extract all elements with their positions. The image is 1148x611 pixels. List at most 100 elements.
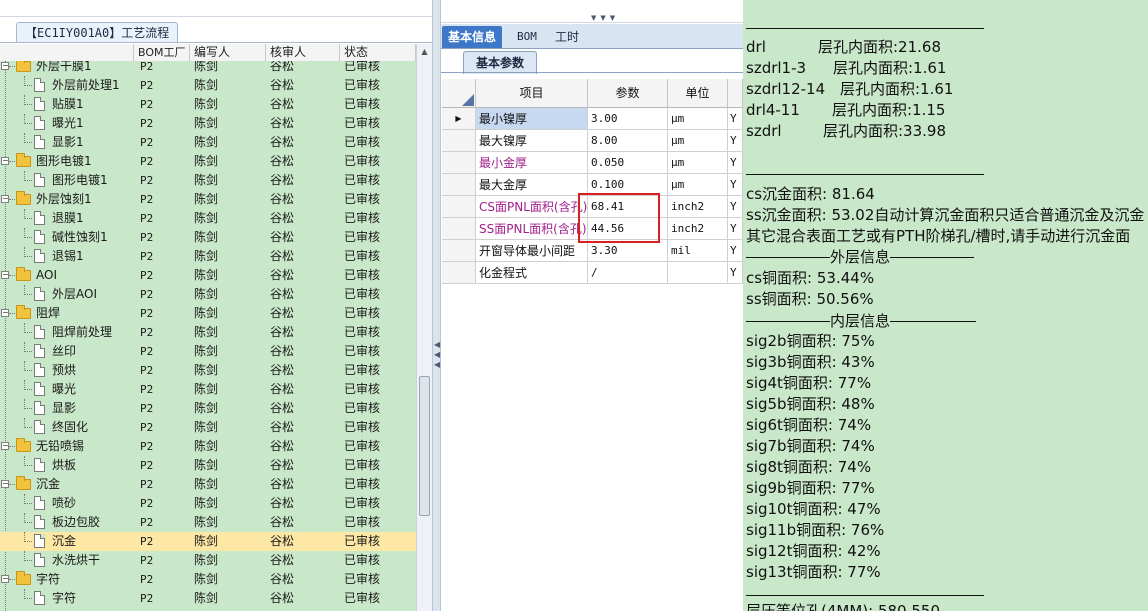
- splitter-collapse-icon[interactable]: ◀ ◀ ◀: [434, 340, 440, 370]
- param-value-cell[interactable]: 8.00: [588, 130, 668, 152]
- header-reviewer[interactable]: 核审人: [266, 44, 340, 61]
- tree-leaf-row[interactable]: 显影1 P2 陈剑 谷松 已审核: [0, 133, 416, 152]
- param-flag-cell[interactable]: Y: [728, 240, 743, 262]
- param-name-cell[interactable]: 最小金厚: [476, 152, 588, 174]
- header-bom[interactable]: BOM工厂: [134, 44, 190, 61]
- param-flag-cell[interactable]: Y: [728, 196, 743, 218]
- param-value-cell[interactable]: 3.30: [588, 240, 668, 262]
- collapse-arrows-icon[interactable]: ▼▼▼: [591, 14, 619, 22]
- tree-leaf-row[interactable]: 曝光 P2 陈剑 谷松 已审核: [0, 380, 416, 399]
- param-name-cell[interactable]: CS面PNL面积(含孔): [476, 196, 588, 218]
- scroll-up-arrow-icon[interactable]: ▲: [417, 44, 432, 59]
- row-indicator[interactable]: [442, 152, 476, 174]
- col-header-extra[interactable]: [728, 79, 743, 108]
- col-header-unit[interactable]: 单位: [668, 79, 728, 108]
- tree-leaf-row[interactable]: 预烘 P2 陈剑 谷松 已审核: [0, 361, 416, 380]
- param-flag-cell[interactable]: Y: [728, 152, 743, 174]
- tree-leaf-row[interactable]: 阻焊前处理 P2 陈剑 谷松 已审核: [0, 323, 416, 342]
- scroll-thumb[interactable]: [419, 376, 430, 516]
- header-name[interactable]: [0, 44, 134, 61]
- collapse-toggle-icon[interactable]: −: [1, 442, 9, 450]
- param-unit-cell[interactable]: inch2: [668, 218, 728, 240]
- param-value-cell[interactable]: 0.050: [588, 152, 668, 174]
- param-name-cell[interactable]: 最小镍厚: [476, 108, 588, 130]
- tree-leaf-row[interactable]: 丝印 P2 陈剑 谷松 已审核: [0, 342, 416, 361]
- param-unit-cell[interactable]: inch2: [668, 196, 728, 218]
- param-flag-cell[interactable]: Y: [728, 130, 743, 152]
- tree-group-row[interactable]: − AOI P2 陈剑 谷松 已审核: [0, 266, 416, 285]
- tree-vertical-scrollbar[interactable]: ▲: [416, 44, 432, 611]
- header-writer[interactable]: 编写人: [190, 44, 266, 61]
- tree-leaf-row[interactable]: 沉金 P2 陈剑 谷松 已审核: [0, 532, 416, 551]
- param-unit-cell[interactable]: μm: [668, 152, 728, 174]
- tree-group-row[interactable]: − 沉金 P2 陈剑 谷松 已审核: [0, 475, 416, 494]
- param-row[interactable]: 开窗导体最小间距 3.30 mil Y: [442, 240, 743, 262]
- param-flag-cell[interactable]: Y: [728, 218, 743, 240]
- param-unit-cell[interactable]: mil: [668, 240, 728, 262]
- param-row[interactable]: ▶ 最小镍厚 3.00 μm Y: [442, 108, 743, 130]
- row-indicator[interactable]: [442, 174, 476, 196]
- param-flag-cell[interactable]: Y: [728, 262, 743, 284]
- param-row[interactable]: 化金程式 / Y: [442, 262, 743, 284]
- tree-leaf-row[interactable]: 烘板 P2 陈剑 谷松 已审核: [0, 456, 416, 475]
- collapse-toggle-icon[interactable]: −: [1, 157, 9, 165]
- tree-group-row[interactable]: − 无铅喷锡 P2 陈剑 谷松 已审核: [0, 437, 416, 456]
- tab-work-hours[interactable]: 工时: [549, 26, 585, 48]
- tab-basic-params[interactable]: 基本参数: [463, 51, 538, 74]
- tree-leaf-row[interactable]: 终固化 P2 陈剑 谷松 已审核: [0, 418, 416, 437]
- param-row[interactable]: 最小金厚 0.050 μm Y: [442, 152, 743, 174]
- param-unit-cell[interactable]: μm: [668, 174, 728, 196]
- process-flow-tab[interactable]: 【EC1IY001A0】工艺流程: [16, 22, 179, 43]
- row-indicator[interactable]: [442, 196, 476, 218]
- tree-leaf-row[interactable]: 碱性蚀刻1 P2 陈剑 谷松 已审核: [0, 228, 416, 247]
- collapse-toggle-icon[interactable]: −: [1, 480, 9, 488]
- tree-leaf-row[interactable]: 贴膜1 P2 陈剑 谷松 已审核: [0, 95, 416, 114]
- panel-splitter[interactable]: ◀ ◀ ◀: [432, 0, 441, 611]
- tab-basic-info[interactable]: 基本信息: [442, 26, 503, 48]
- tree-group-row[interactable]: − 外层蚀刻1 P2 陈剑 谷松 已审核: [0, 190, 416, 209]
- row-indicator[interactable]: [442, 262, 476, 284]
- tab-bom[interactable]: BOM: [511, 26, 543, 48]
- row-indicator[interactable]: [442, 218, 476, 240]
- param-value-cell[interactable]: 3.00: [588, 108, 668, 130]
- collapse-toggle-icon[interactable]: −: [1, 575, 9, 583]
- header-status[interactable]: 状态: [340, 44, 416, 61]
- tree-group-row[interactable]: − 阻焊 P2 陈剑 谷松 已审核: [0, 304, 416, 323]
- param-unit-cell[interactable]: μm: [668, 130, 728, 152]
- tree-leaf-row[interactable]: 退锡1 P2 陈剑 谷松 已审核: [0, 247, 416, 266]
- collapse-toggle-icon[interactable]: −: [1, 309, 9, 317]
- collapse-toggle-icon[interactable]: −: [1, 271, 9, 279]
- tree-leaf-row[interactable]: 外层前处理1 P2 陈剑 谷松 已审核: [0, 76, 416, 95]
- param-unit-cell[interactable]: μm: [668, 108, 728, 130]
- tree-leaf-row[interactable]: 外层AOI P2 陈剑 谷松 已审核: [0, 285, 416, 304]
- param-name-cell[interactable]: 化金程式: [476, 262, 588, 284]
- select-all-corner[interactable]: [442, 79, 476, 108]
- param-name-cell[interactable]: 最大金厚: [476, 174, 588, 196]
- param-row[interactable]: 最大镍厚 8.00 μm Y: [442, 130, 743, 152]
- collapse-toggle-icon[interactable]: −: [1, 62, 9, 70]
- row-indicator[interactable]: [442, 240, 476, 262]
- param-value-cell[interactable]: /: [588, 262, 668, 284]
- tree-leaf-row[interactable]: 图形电镀1 P2 陈剑 谷松 已审核: [0, 171, 416, 190]
- tree-leaf-row[interactable]: 显影 P2 陈剑 谷松 已审核: [0, 399, 416, 418]
- param-name-cell[interactable]: SS面PNL面积(含孔): [476, 218, 588, 240]
- row-indicator[interactable]: [442, 130, 476, 152]
- tree-group-row[interactable]: − 图形电镀1 P2 陈剑 谷松 已审核: [0, 152, 416, 171]
- param-unit-cell[interactable]: [668, 262, 728, 284]
- param-flag-cell[interactable]: Y: [728, 174, 743, 196]
- param-flag-cell[interactable]: Y: [728, 108, 743, 130]
- tree-leaf-row[interactable]: 字符 P2 陈剑 谷松 已审核: [0, 589, 416, 608]
- tree-leaf-row[interactable]: 退膜1 P2 陈剑 谷松 已审核: [0, 209, 416, 228]
- tree-group-row[interactable]: − 字符 P2 陈剑 谷松 已审核: [0, 570, 416, 589]
- param-name-cell[interactable]: 开窗导体最小间距: [476, 240, 588, 262]
- tree-leaf-row[interactable]: 曝光1 P2 陈剑 谷松 已审核: [0, 114, 416, 133]
- col-header-param[interactable]: 参数: [588, 79, 668, 108]
- col-header-item[interactable]: 项目: [476, 79, 588, 108]
- tree-group-row[interactable]: − 外层干膜1 P2 陈剑 谷松 已审核: [0, 61, 416, 76]
- collapse-toggle-icon[interactable]: −: [1, 195, 9, 203]
- row-indicator[interactable]: ▶: [442, 108, 476, 130]
- tree-leaf-row[interactable]: 水洗烘干 P2 陈剑 谷松 已审核: [0, 551, 416, 570]
- tree-leaf-row[interactable]: 喷砂 P2 陈剑 谷松 已审核: [0, 494, 416, 513]
- tree-leaf-row[interactable]: 板边包胶 P2 陈剑 谷松 已审核: [0, 513, 416, 532]
- param-name-cell[interactable]: 最大镍厚: [476, 130, 588, 152]
